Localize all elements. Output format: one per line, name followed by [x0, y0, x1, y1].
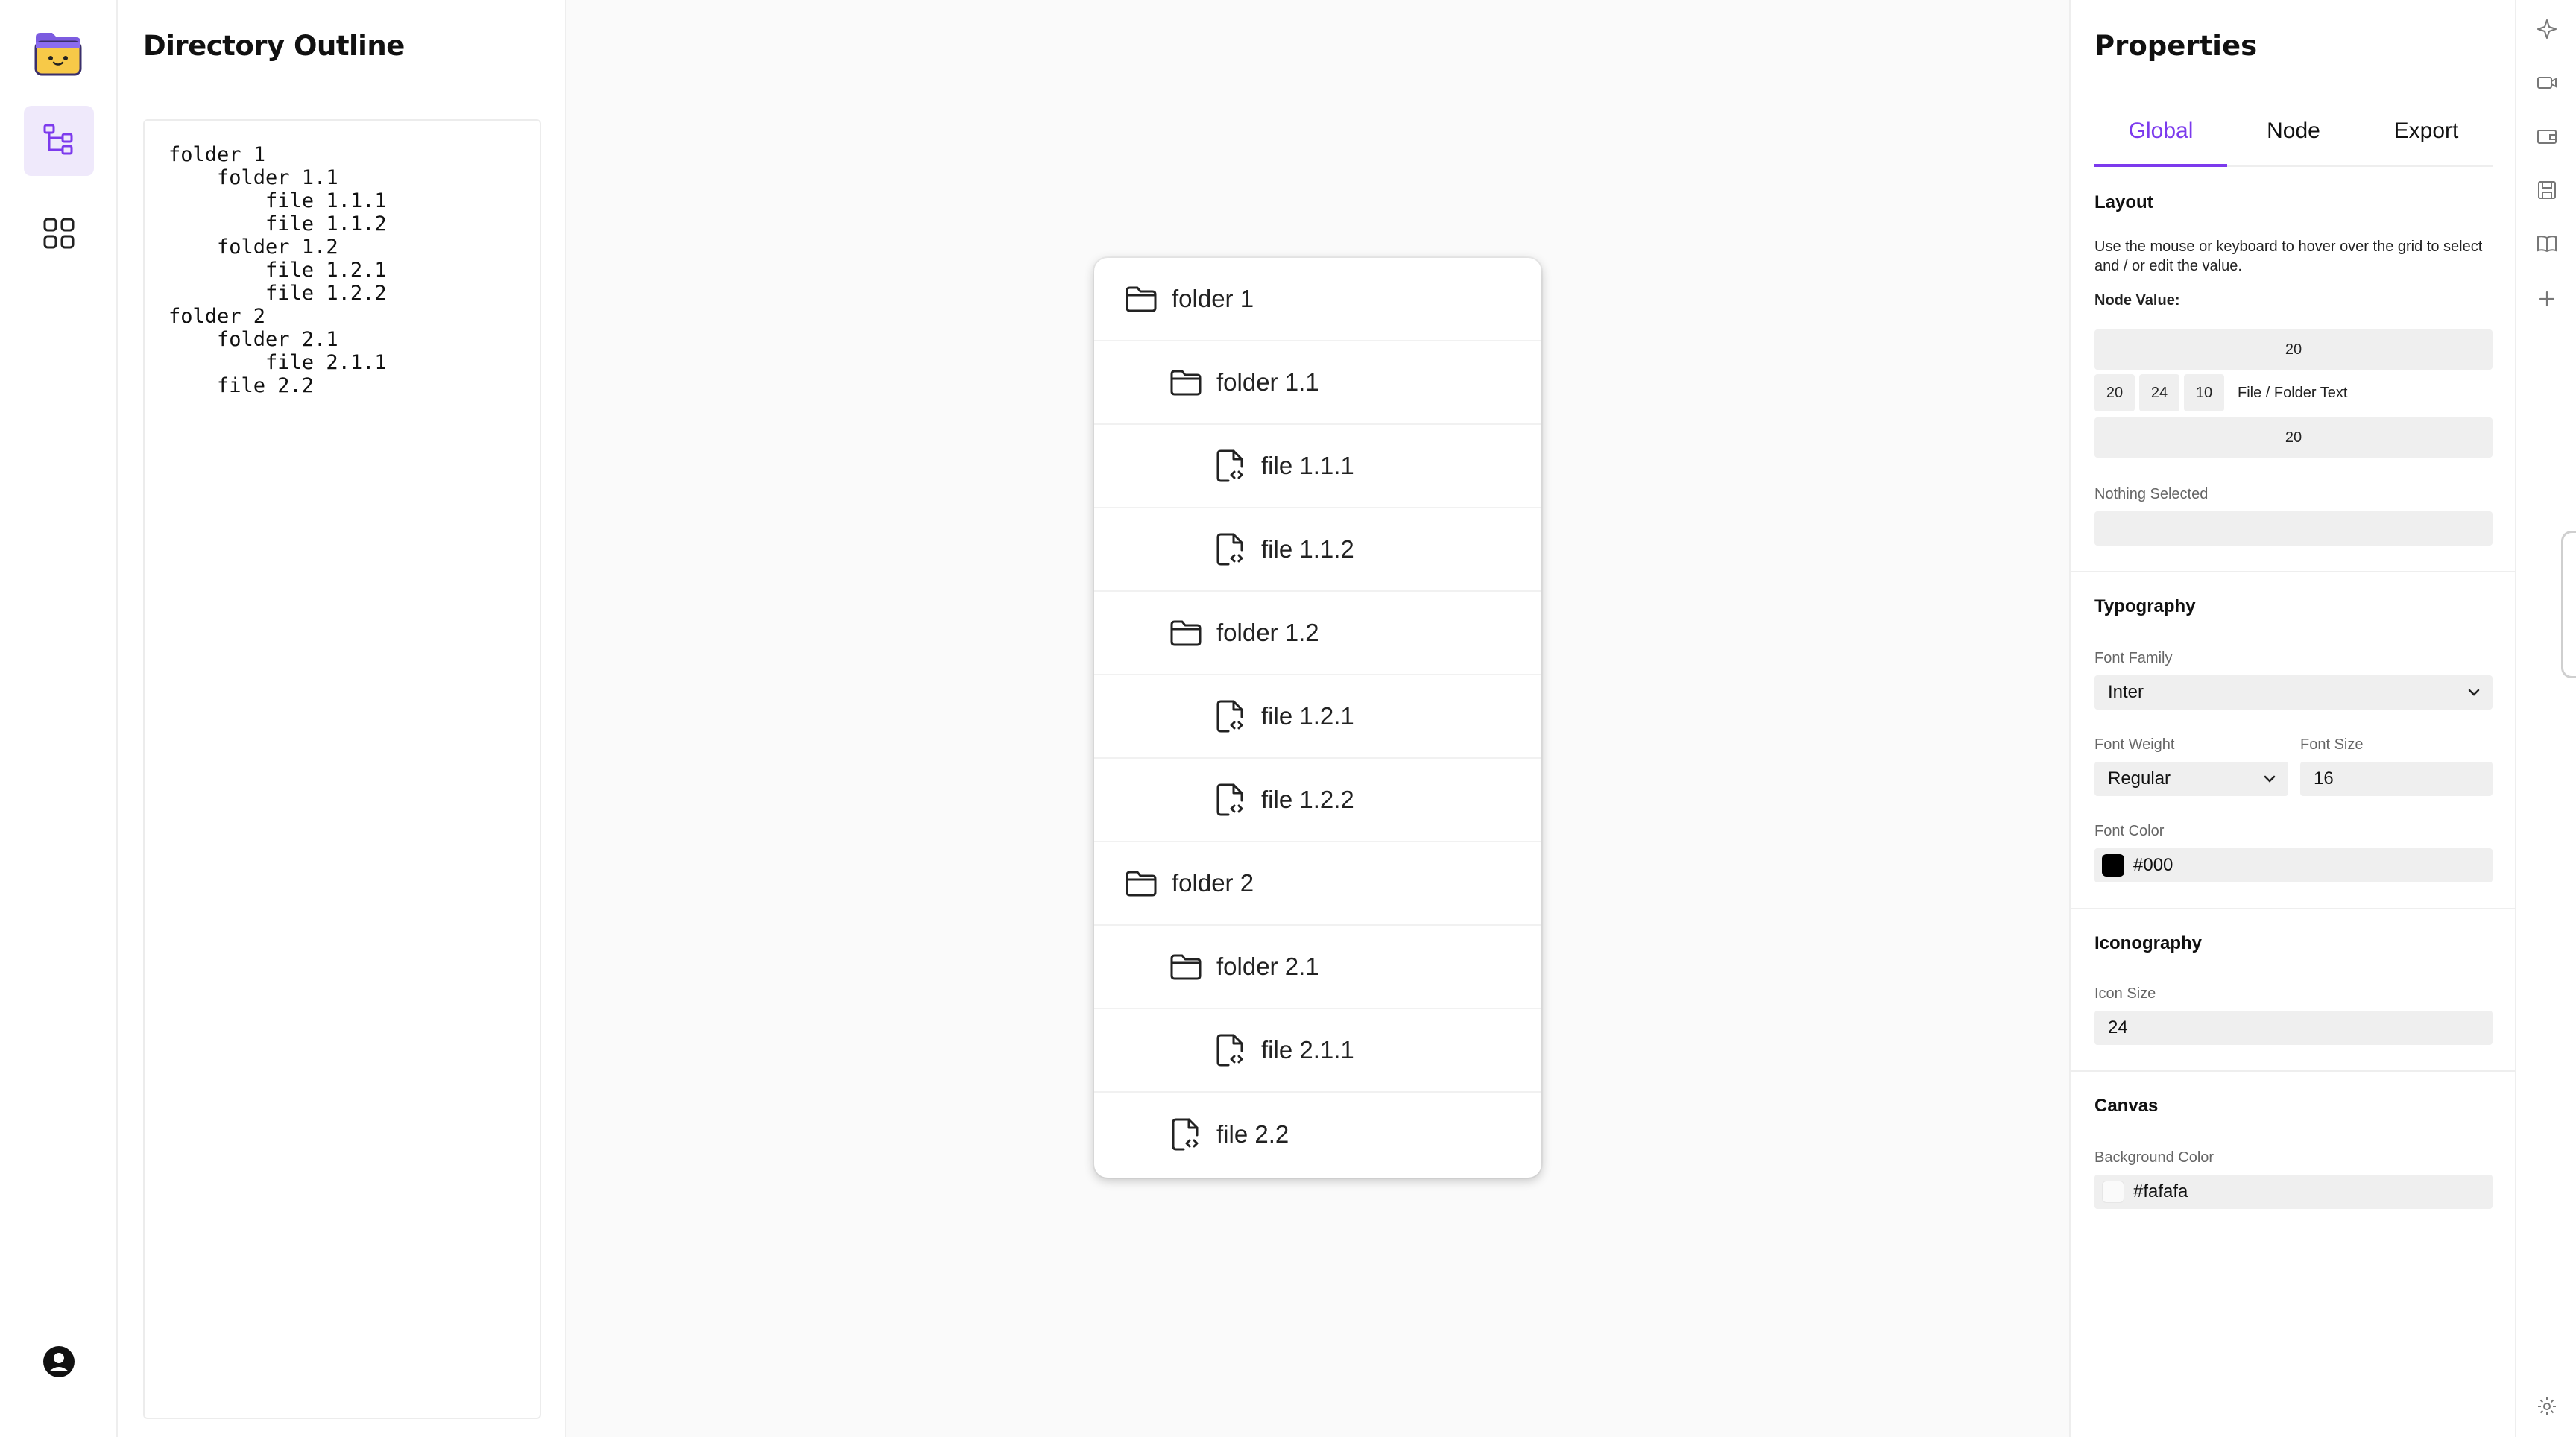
book-icon[interactable]: [2536, 233, 2558, 255]
properties-title: Properties: [2094, 30, 2258, 62]
tab-global[interactable]: Global: [2094, 112, 2227, 167]
properties-tabs: Global Node Export: [2094, 112, 2493, 167]
font-size-label: Font Size: [2300, 736, 2364, 753]
grid-view-icon: [42, 216, 76, 254]
outline-title: Directory Outline: [143, 30, 405, 62]
font-family-value: Inter: [2108, 682, 2144, 702]
wallet-icon[interactable]: [2536, 125, 2558, 148]
tree-row[interactable]: folder 1: [1094, 258, 1541, 341]
padding-top-cell[interactable]: 20: [2094, 329, 2493, 370]
background-color-label: Background Color: [2094, 1149, 2214, 1166]
settings-gear-icon[interactable]: [2536, 1395, 2558, 1418]
font-color-label: Font Color: [2094, 823, 2165, 839]
canvas-section-title: Canvas: [2094, 1096, 2159, 1116]
tree-row[interactable]: file 1.2.2: [1094, 759, 1541, 842]
tree-row[interactable]: file 1.2.1: [1094, 675, 1541, 759]
tree-row-label: folder 2.1: [1216, 953, 1319, 980]
icon-gap-cell[interactable]: 10: [2184, 374, 2224, 411]
chevron-down-icon: [2468, 689, 2480, 696]
folder-icon: [1167, 614, 1205, 651]
font-family-select[interactable]: Inter: [2094, 675, 2493, 710]
plus-icon[interactable]: [2536, 288, 2558, 310]
background-color-input[interactable]: #fafafa: [2094, 1175, 2493, 1209]
font-weight-label: Font Weight: [2094, 736, 2175, 753]
tree-row[interactable]: file 2.2: [1094, 1093, 1541, 1176]
tree-view-button[interactable]: [24, 106, 94, 176]
icon-size-cell[interactable]: 24: [2139, 374, 2179, 411]
background-color-swatch[interactable]: [2102, 1181, 2124, 1203]
font-weight-value: Regular: [2108, 768, 2171, 789]
tree-row-label: file 1.2.1: [1261, 702, 1354, 730]
tree-view-icon: [42, 122, 76, 160]
tree-row[interactable]: file 1.1.2: [1094, 508, 1541, 592]
font-color-value: #000: [2133, 855, 2174, 875]
panel-resize-handle[interactable]: [2561, 531, 2576, 678]
folder-icon: [1167, 364, 1205, 401]
tree-row[interactable]: folder 1.2: [1094, 592, 1541, 675]
video-icon[interactable]: [2536, 72, 2558, 94]
font-size-input[interactable]: 16: [2300, 762, 2493, 796]
properties-panel: Properties Global Node Export Layout Use…: [2069, 0, 2516, 1437]
tree-row-label: file 1.2.2: [1261, 786, 1354, 813]
divider: [2071, 571, 2516, 572]
text-cell[interactable]: File / Folder Text: [2229, 374, 2493, 411]
tools-strip: [2515, 0, 2576, 1437]
selection-value-input[interactable]: [2094, 511, 2493, 546]
tree-row-label: file 2.2: [1216, 1120, 1289, 1148]
icon-size-input[interactable]: 24: [2094, 1011, 2493, 1045]
sparkle-icon[interactable]: [2536, 18, 2558, 40]
tree-row[interactable]: folder 2: [1094, 842, 1541, 926]
app-rail: [0, 0, 118, 1437]
file-code-icon: [1212, 531, 1249, 568]
tree-row[interactable]: file 1.1.1: [1094, 425, 1541, 508]
tree-row-label: folder 1.1: [1216, 368, 1319, 396]
save-icon[interactable]: [2536, 179, 2558, 201]
font-color-input[interactable]: #000: [2094, 848, 2493, 882]
file-code-icon: [1212, 781, 1249, 818]
font-color-swatch[interactable]: [2102, 854, 2124, 877]
tree-row[interactable]: folder 1.1: [1094, 341, 1541, 425]
layout-section-title: Layout: [2094, 192, 2153, 212]
outline-editor[interactable]: folder 1 folder 1.1 file 1.1.1 file 1.1.…: [143, 119, 541, 1419]
tree-row-label: folder 1.2: [1216, 619, 1319, 646]
background-color-value: #fafafa: [2133, 1181, 2188, 1201]
grid-view-button[interactable]: [24, 200, 94, 270]
file-code-icon: [1167, 1116, 1205, 1153]
padding-left-cell[interactable]: 20: [2094, 374, 2135, 411]
account-icon[interactable]: [42, 1345, 76, 1379]
iconography-section-title: Iconography: [2094, 933, 2203, 953]
file-code-icon: [1212, 1032, 1249, 1069]
directory-tree-preview: folder 1 folder 1.1 file 1.1.1 file 1.1.2 fo…: [1094, 258, 1541, 1178]
folder-face-logo-icon[interactable]: [31, 27, 85, 80]
tree-row[interactable]: file 2.1.1: [1094, 1009, 1541, 1093]
padding-bottom-cell[interactable]: 20: [2094, 417, 2493, 458]
folder-icon: [1167, 948, 1205, 985]
typography-section-title: Typography: [2094, 596, 2196, 616]
outline-text[interactable]: folder 1 folder 1.1 file 1.1.1 file 1.1.…: [168, 143, 516, 397]
folder-icon: [1123, 280, 1160, 318]
file-code-icon: [1212, 447, 1249, 484]
chevron-down-icon: [2264, 775, 2276, 783]
directory-outline-panel: Directory Outline folder 1 folder 1.1 fi…: [118, 0, 566, 1437]
canvas: folder 1 folder 1.1 file 1.1.1 file 1.1.2 fo…: [566, 0, 2069, 1437]
node-value-label: Node Value:: [2094, 292, 2180, 309]
tree-row-label: file 2.1.1: [1261, 1036, 1354, 1064]
tree-row-label: folder 1: [1172, 285, 1254, 312]
tree-row-label: folder 2: [1172, 869, 1254, 897]
tree-row[interactable]: folder 2.1: [1094, 926, 1541, 1009]
font-weight-select[interactable]: Regular: [2094, 762, 2288, 796]
folder-icon: [1123, 865, 1160, 902]
divider: [2071, 1070, 2516, 1072]
divider: [2071, 908, 2516, 909]
tree-row-label: file 1.1.2: [1261, 535, 1354, 563]
tab-export[interactable]: Export: [2360, 112, 2493, 167]
selection-label: Nothing Selected: [2094, 486, 2209, 502]
tree-row-label: file 1.1.1: [1261, 452, 1354, 479]
tab-node[interactable]: Node: [2227, 112, 2360, 167]
file-code-icon: [1212, 698, 1249, 735]
font-family-label: Font Family: [2094, 650, 2173, 666]
layout-help-text: Use the mouse or keyboard to hover over …: [2094, 239, 2483, 274]
icon-size-label: Icon Size: [2094, 985, 2156, 1002]
